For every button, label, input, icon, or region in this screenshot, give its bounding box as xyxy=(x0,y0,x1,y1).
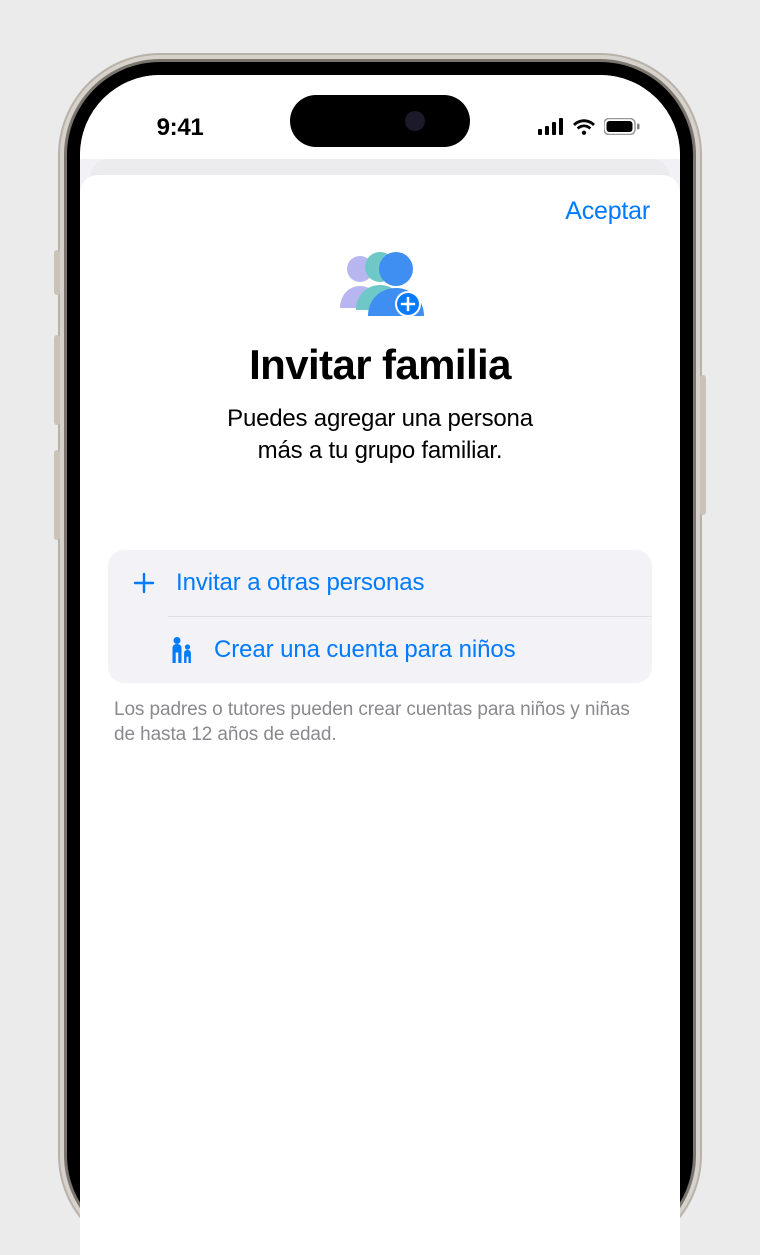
family-add-icon xyxy=(334,248,426,327)
clock: 9:41 xyxy=(120,114,240,142)
invite-people-label: Invitar a otras personas xyxy=(176,569,424,597)
iphone-frame: 9:41 Aceptar xyxy=(60,55,700,1255)
options-list: Invitar a otras personas Crear una cuent… xyxy=(108,550,652,683)
battery-icon xyxy=(604,114,640,142)
volume-down-button xyxy=(54,450,60,540)
silence-switch xyxy=(54,250,60,295)
footnote: Los padres o tutores pueden crear cuenta… xyxy=(108,697,652,748)
screen: 9:41 Aceptar xyxy=(80,75,680,1255)
plus-icon xyxy=(130,569,158,597)
dynamic-island xyxy=(290,95,470,147)
power-button xyxy=(700,375,706,515)
page-subtitle: Puedes agregar una persona más a tu grup… xyxy=(108,403,652,468)
create-child-account-label: Crear una cuenta para niños xyxy=(214,636,516,664)
cellular-icon xyxy=(538,114,564,142)
create-child-account-row[interactable]: Crear una cuenta para niños xyxy=(168,616,652,683)
modal-sheet: Aceptar Invitar fami xyxy=(80,175,680,1255)
wifi-icon xyxy=(572,114,596,142)
done-button[interactable]: Aceptar xyxy=(565,197,650,226)
page-title: Invitar familia xyxy=(108,341,652,389)
volume-up-button xyxy=(54,335,60,425)
parent-child-icon xyxy=(168,636,196,664)
invite-people-row[interactable]: Invitar a otras personas xyxy=(108,550,652,616)
